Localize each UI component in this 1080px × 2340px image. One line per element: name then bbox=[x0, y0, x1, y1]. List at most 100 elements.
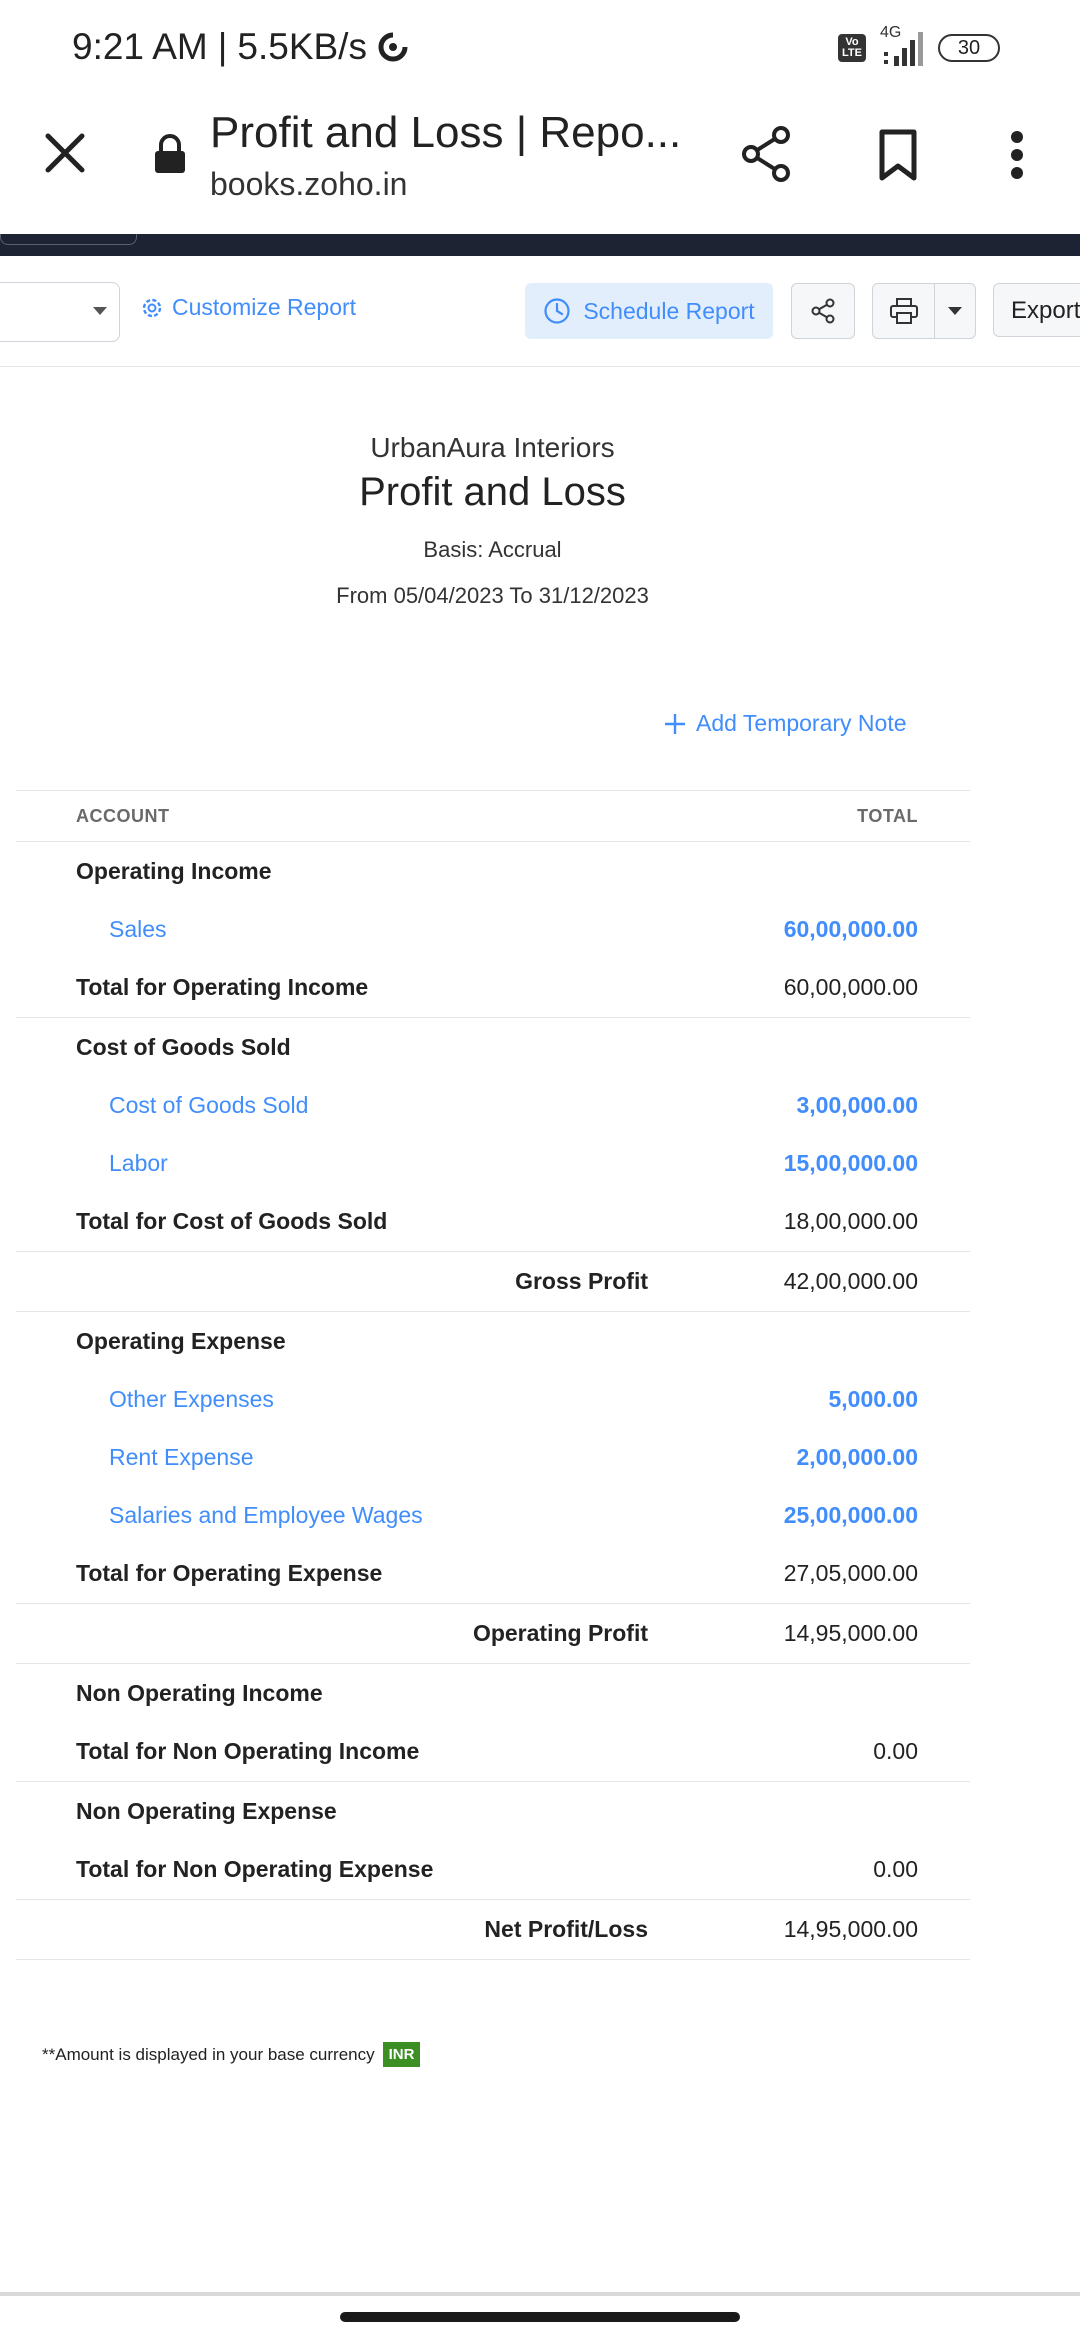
row-label: Operating Expense bbox=[76, 1328, 286, 1354]
row-label: Total for Operating Expense bbox=[76, 1560, 383, 1586]
currency-badge: INR bbox=[382, 2042, 421, 2067]
volte-icon: Vo LTE bbox=[838, 34, 866, 62]
account-row[interactable]: Sales 60,00,000.00 bbox=[16, 900, 970, 958]
row-label: Total for Operating Income bbox=[76, 974, 369, 1000]
column-header-total: TOTAL bbox=[857, 806, 918, 826]
clock-icon bbox=[544, 298, 570, 324]
amount-link[interactable]: 15,00,000.00 bbox=[784, 1150, 918, 1177]
row-amount: 27,05,000.00 bbox=[783, 1560, 918, 1586]
chevron-down-icon bbox=[93, 307, 107, 315]
row-amount: 0.00 bbox=[873, 1856, 918, 1882]
share-icon bbox=[742, 126, 790, 182]
table-header: ACCOUNT TOTAL bbox=[16, 790, 970, 842]
report-period-select[interactable] bbox=[0, 282, 120, 342]
section-total-row: Total for Non Operating Income 0.00 bbox=[16, 1722, 970, 1782]
row-amount: 0.00 bbox=[873, 1738, 918, 1764]
schedule-report-button[interactable]: Schedule Report bbox=[525, 283, 773, 339]
status-bar: 9:21 AM | 5.5KB/s Vo LTE 4G 30 bbox=[0, 0, 1080, 100]
home-indicator[interactable] bbox=[340, 2312, 740, 2322]
account-row[interactable]: Cost of Goods Sold 3,00,000.00 bbox=[16, 1076, 970, 1134]
customize-report-label: Customize Report bbox=[172, 294, 357, 320]
row-label: Operating Profit bbox=[472, 1620, 648, 1646]
account-row[interactable]: Rent Expense 2,00,000.00 bbox=[16, 1428, 970, 1486]
customize-report-button[interactable]: Customize Report bbox=[140, 294, 356, 321]
add-temporary-note-button[interactable]: Add Temporary Note bbox=[664, 710, 907, 737]
row-label: Operating Income bbox=[76, 858, 272, 884]
company-name: UrbanAura Interiors bbox=[370, 432, 615, 463]
column-header-account: ACCOUNT bbox=[76, 806, 170, 826]
account-link[interactable]: Other Expenses bbox=[109, 1386, 274, 1413]
export-button[interactable]: Export bbox=[993, 283, 1080, 337]
network-speed: 5.5KB/s bbox=[237, 26, 367, 67]
print-button[interactable] bbox=[872, 283, 936, 339]
schedule-report-label: Schedule Report bbox=[583, 297, 755, 324]
amount-link[interactable]: 2,00,000.00 bbox=[796, 1444, 918, 1471]
signal-bars bbox=[884, 32, 923, 66]
amount-link[interactable]: 60,00,000.00 bbox=[784, 916, 918, 943]
status-right: Vo LTE 4G 30 bbox=[838, 24, 1000, 68]
account-link[interactable]: Labor bbox=[109, 1150, 168, 1177]
report-title: Profit and Loss bbox=[359, 470, 626, 514]
bottom-divider bbox=[0, 2292, 1080, 2296]
status-time: 9:21 AM bbox=[72, 26, 208, 67]
row-amount: 60,00,000.00 bbox=[783, 974, 918, 1000]
site-info-button[interactable] bbox=[150, 132, 190, 176]
section-header-row: Operating Income bbox=[16, 842, 970, 900]
close-tab-button[interactable] bbox=[40, 128, 90, 178]
account-row[interactable]: Labor 15,00,000.00 bbox=[16, 1134, 970, 1192]
summary-row: Net Profit/Loss 14,95,000.00 bbox=[16, 1900, 970, 1960]
account-link[interactable]: Cost of Goods Sold bbox=[109, 1092, 308, 1119]
row-amount: 18,00,000.00 bbox=[783, 1208, 918, 1234]
summary-row: Operating Profit 14,95,000.00 bbox=[16, 1604, 970, 1664]
row-label: Net Profit/Loss bbox=[484, 1916, 648, 1942]
amount-link[interactable]: 3,00,000.00 bbox=[796, 1092, 918, 1119]
account-link[interactable]: Rent Expense bbox=[109, 1444, 253, 1471]
page-title: Profit and Loss | Repo... bbox=[210, 108, 682, 157]
section-header-row: Non Operating Income bbox=[16, 1664, 970, 1722]
row-label: Total for Non Operating Income bbox=[76, 1738, 420, 1764]
amount-link[interactable]: 5,000.00 bbox=[828, 1386, 918, 1413]
more-vert-icon bbox=[1011, 131, 1023, 179]
row-label: Cost of Goods Sold bbox=[76, 1034, 291, 1060]
add-temporary-note-label: Add Temporary Note bbox=[696, 710, 907, 736]
row-amount: 14,95,000.00 bbox=[783, 1620, 918, 1646]
plus-icon bbox=[665, 713, 685, 734]
data-saver-icon bbox=[378, 32, 408, 62]
app-header-strip bbox=[0, 234, 1080, 256]
bookmark-button[interactable] bbox=[874, 126, 922, 184]
amount-link[interactable]: 25,00,000.00 bbox=[784, 1502, 918, 1529]
section-total-row: Total for Operating Income 60,00,000.00 bbox=[16, 958, 970, 1018]
share-report-button[interactable] bbox=[791, 283, 855, 339]
section-header-row: Cost of Goods Sold bbox=[16, 1018, 970, 1076]
account-row[interactable]: Salaries and Employee Wages 25,00,000.00 bbox=[16, 1486, 970, 1544]
report-toolbar: Customize Report Schedule Report Export bbox=[0, 256, 1080, 367]
account-link[interactable]: Sales bbox=[109, 916, 167, 943]
row-label: Total for Cost of Goods Sold bbox=[76, 1208, 388, 1234]
print-options-dropdown[interactable] bbox=[934, 283, 976, 339]
row-label: Gross Profit bbox=[515, 1268, 648, 1294]
share-icon bbox=[811, 298, 835, 324]
page-url[interactable]: books.zoho.in bbox=[210, 166, 407, 203]
section-header-row: Non Operating Expense bbox=[16, 1782, 970, 1840]
status-left: 9:21 AM | 5.5KB/s bbox=[72, 26, 409, 68]
table-body: Operating Income Sales 60,00,000.00 Total f… bbox=[16, 842, 970, 1960]
report-table: ACCOUNT TOTAL Operating Income Sales 60,00… bbox=[16, 790, 970, 1960]
header-tab-stub bbox=[0, 234, 137, 245]
status-separator: | bbox=[217, 26, 228, 67]
row-label: Non Operating Expense bbox=[76, 1798, 337, 1824]
account-link[interactable]: Salaries and Employee Wages bbox=[109, 1502, 423, 1529]
browser-bar: Profit and Loss | Repo... books.zoho.in bbox=[0, 100, 1080, 234]
battery-indicator: 30 bbox=[938, 34, 1000, 62]
currency-footnote: **Amount is displayed in your base curre… bbox=[42, 2042, 421, 2067]
account-row[interactable]: Other Expenses 5,000.00 bbox=[16, 1370, 970, 1428]
row-amount: 14,95,000.00 bbox=[783, 1916, 918, 1942]
volte-line2: LTE bbox=[842, 47, 862, 59]
summary-row: Gross Profit 42,00,000.00 bbox=[16, 1252, 970, 1312]
share-page-button[interactable] bbox=[738, 124, 794, 184]
gear-icon bbox=[142, 298, 162, 317]
lock-icon bbox=[155, 134, 185, 173]
section-total-row: Total for Cost of Goods Sold 18,00,000.00 bbox=[16, 1192, 970, 1252]
more-options-button[interactable] bbox=[1000, 126, 1034, 184]
section-total-row: Total for Non Operating Expense 0.00 bbox=[16, 1840, 970, 1900]
report-date-range: From 05/04/2023 To 31/12/2023 bbox=[336, 583, 649, 608]
